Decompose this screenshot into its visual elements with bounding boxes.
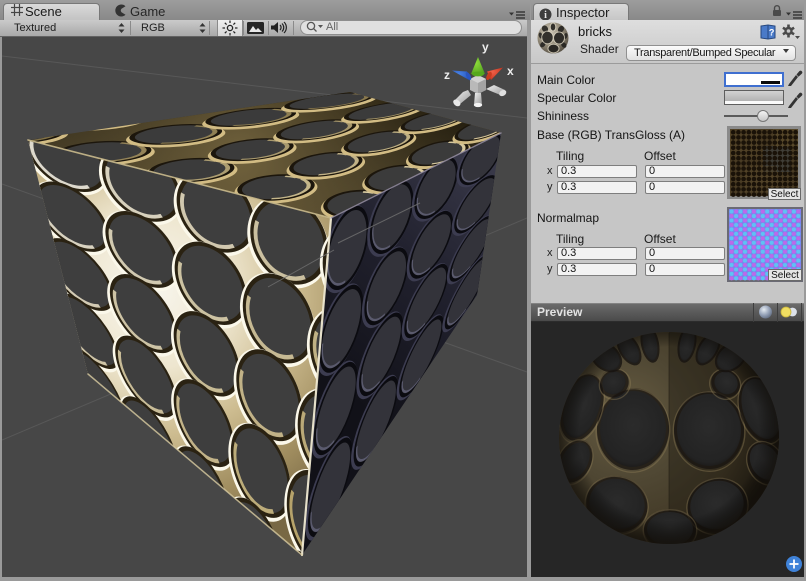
svg-text:?: ? xyxy=(769,28,775,38)
svg-text:x: x xyxy=(507,64,514,78)
svg-text:y: y xyxy=(482,40,489,54)
svg-text:z: z xyxy=(444,68,450,82)
